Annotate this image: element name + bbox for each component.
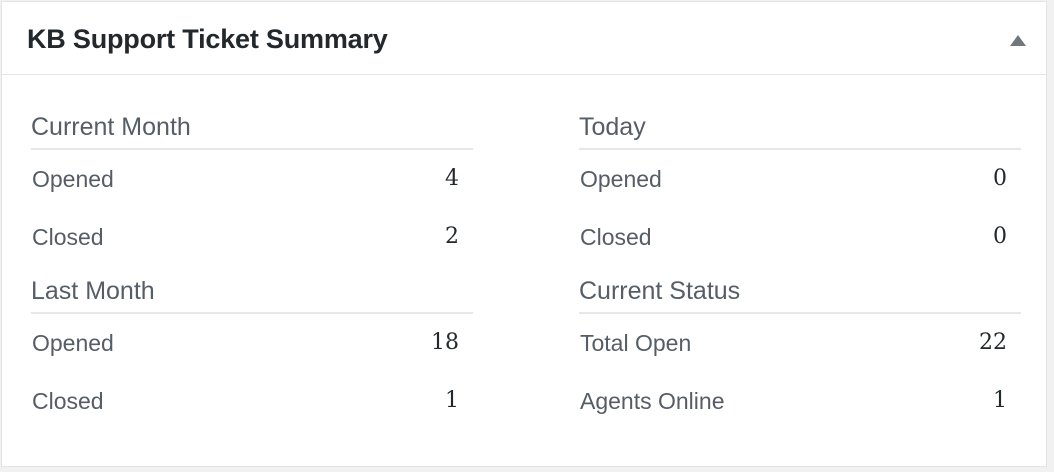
stat-value: 0	[993, 224, 1007, 249]
left-column: Current Month Opened 4 Closed 2 Last Mon…	[31, 110, 473, 430]
stat-row-total-open: Total Open 22	[579, 314, 1021, 372]
stat-row-agents-online: Agents Online 1	[579, 372, 1021, 430]
stat-row-today-opened: Opened 0	[579, 150, 1021, 208]
ticket-summary-widget: KB Support Ticket Summary Current Month …	[1, 1, 1047, 467]
stat-label: Closed	[32, 224, 104, 250]
stat-value: 4	[445, 166, 459, 191]
right-column: Today Opened 0 Closed 0 Current Status T…	[579, 110, 1021, 430]
triangle-up-icon	[1010, 34, 1026, 46]
stat-label: Closed	[580, 224, 652, 250]
stat-row-last-month-opened: Opened 18	[31, 314, 473, 372]
widget-header: KB Support Ticket Summary	[2, 2, 1046, 75]
stat-value: 22	[979, 330, 1007, 355]
stat-row-today-closed: Closed 0	[579, 208, 1021, 258]
section-title-last-month: Last Month	[31, 274, 473, 314]
widget-title: KB Support Ticket Summary	[27, 24, 388, 54]
stat-row-current-month-closed: Closed 2	[31, 208, 473, 258]
stat-value: 0	[993, 166, 1007, 191]
toggle-panel-button[interactable]	[1004, 26, 1032, 54]
stat-row-current-month-opened: Opened 4	[31, 150, 473, 208]
section-title-current-month: Current Month	[31, 110, 473, 150]
stat-label: Total Open	[580, 330, 692, 356]
stat-value: 1	[993, 388, 1007, 413]
stat-value: 18	[431, 330, 459, 355]
stat-label: Agents Online	[580, 388, 725, 414]
stat-value: 1	[445, 388, 459, 413]
stat-label: Closed	[32, 388, 104, 414]
stat-label: Opened	[32, 330, 114, 356]
stat-label: Opened	[580, 166, 662, 192]
section-title-current-status: Current Status	[579, 274, 1021, 314]
stat-row-last-month-closed: Closed 1	[31, 372, 473, 430]
section-title-today: Today	[579, 110, 1021, 150]
stat-label: Opened	[32, 166, 114, 192]
stat-value: 2	[445, 224, 459, 249]
